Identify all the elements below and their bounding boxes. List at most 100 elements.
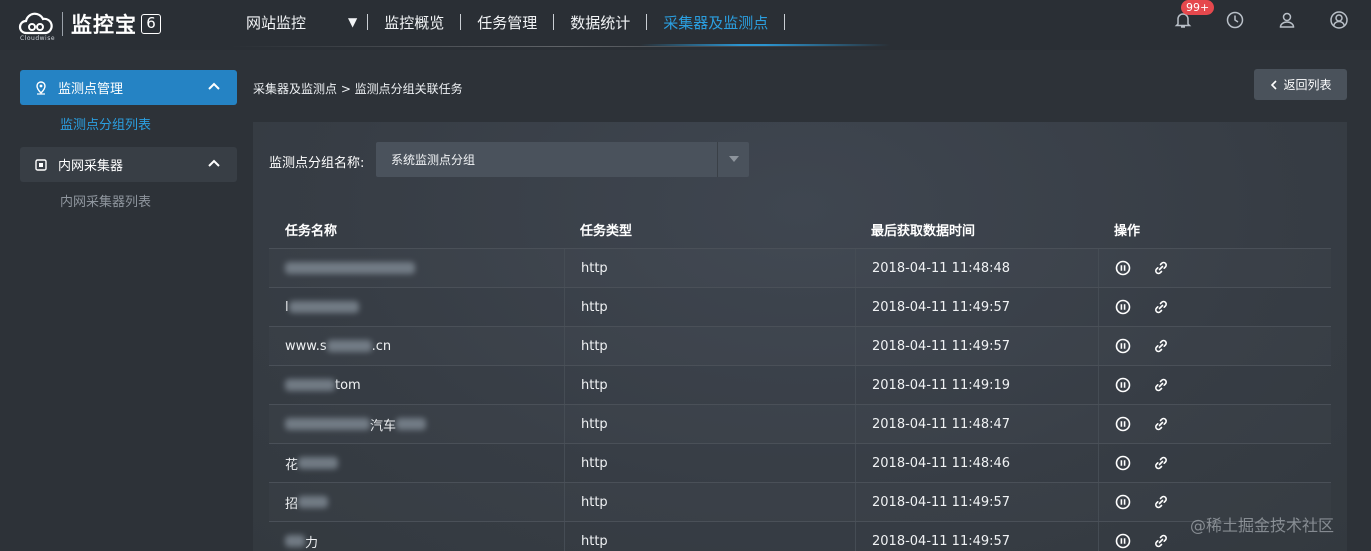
last-data-time-cell: 2018-04-11 11:49:19 bbox=[855, 366, 1098, 404]
task-name-suffix: 力 bbox=[305, 535, 319, 551]
location-pin-icon bbox=[36, 80, 46, 95]
task-type-cell: http bbox=[564, 288, 855, 326]
task-name-cell[interactable]: www.s .cn bbox=[269, 327, 564, 365]
logo-subtitle: Cloudwise bbox=[20, 35, 56, 42]
task-name-cell[interactable]: 力 bbox=[269, 522, 564, 551]
table-row: 汽车 http 2018-04-11 11:48:47 bbox=[269, 405, 1331, 444]
main-nav: 网站监控 ▼ 监控概览 任务管理 数据统计 采集器及监测点 bbox=[230, 0, 786, 44]
pause-icon[interactable] bbox=[1115, 338, 1131, 354]
back-to-list-button[interactable]: 返回列表 bbox=[1254, 69, 1347, 100]
pause-icon[interactable] bbox=[1115, 494, 1131, 510]
user-group-icon[interactable] bbox=[1277, 10, 1297, 30]
sidebar-item-intranet-collector-list[interactable]: 内网采集器列表 bbox=[20, 182, 237, 224]
link-icon[interactable] bbox=[1153, 494, 1169, 510]
redacted-text bbox=[285, 535, 305, 547]
table-header: 任务名称 任务类型 最后获取数据时间 操作 bbox=[269, 210, 1331, 249]
chip-icon bbox=[35, 158, 47, 171]
task-name-prefix: 招 bbox=[285, 496, 299, 512]
link-icon[interactable] bbox=[1153, 533, 1169, 549]
header-task-name[interactable]: 任务名称 bbox=[269, 210, 564, 248]
redacted-text bbox=[285, 262, 415, 274]
sidebar-item-monitor-group-list[interactable]: 监测点分组列表 bbox=[20, 105, 237, 147]
dropdown-arrow-icon[interactable] bbox=[729, 156, 739, 162]
table-row: 力 http 2018-04-11 11:49:57 bbox=[269, 522, 1331, 551]
link-icon[interactable] bbox=[1153, 338, 1169, 354]
pause-icon[interactable] bbox=[1115, 455, 1131, 471]
sidebar: 监测点管理 监测点分组列表 内网采集器 内网采集器列表 bbox=[20, 70, 237, 224]
pause-icon[interactable] bbox=[1115, 416, 1131, 432]
last-data-time-cell: 2018-04-11 11:49:57 bbox=[855, 522, 1098, 551]
redacted-text bbox=[288, 301, 359, 313]
sidebar-group-monitor-points[interactable]: 监测点管理 bbox=[20, 70, 237, 105]
actions-cell bbox=[1098, 444, 1331, 482]
link-icon[interactable] bbox=[1153, 260, 1169, 276]
redacted-text bbox=[298, 496, 329, 508]
task-name-prefix: 花 bbox=[285, 457, 299, 473]
chevron-down-icon[interactable]: ▼ bbox=[348, 15, 357, 29]
task-name-cell[interactable]: 汽车 bbox=[269, 405, 564, 443]
nav-website-monitor[interactable]: 网站监控 bbox=[230, 12, 322, 33]
last-data-time-cell: 2018-04-11 11:49:57 bbox=[855, 483, 1098, 521]
last-data-time-cell: 2018-04-11 11:48:47 bbox=[855, 405, 1098, 443]
task-name-cell[interactable]: l bbox=[269, 288, 564, 326]
back-button-label: 返回列表 bbox=[1283, 78, 1332, 92]
bell-icon[interactable]: 99+ bbox=[1173, 0, 1215, 30]
table-row: tom http 2018-04-11 11:49:19 bbox=[269, 366, 1331, 405]
clock-icon[interactable] bbox=[1225, 10, 1245, 30]
actions-cell bbox=[1098, 327, 1331, 365]
task-table: 任务名称 任务类型 最后获取数据时间 操作 http 2018-04-11 11:… bbox=[269, 210, 1331, 551]
nav-collectors[interactable]: 采集器及监测点 bbox=[647, 12, 784, 33]
task-type-cell: http bbox=[564, 483, 855, 521]
header-task-type[interactable]: 任务类型 bbox=[564, 210, 855, 248]
last-data-time-cell: 2018-04-11 11:49:57 bbox=[855, 288, 1098, 326]
pause-icon[interactable] bbox=[1115, 377, 1131, 393]
active-nav-indicator bbox=[640, 44, 890, 46]
select-divider bbox=[717, 142, 718, 177]
nav-statistics[interactable]: 数据统计 bbox=[554, 12, 646, 33]
group-name-value: 系统监测点分组 bbox=[391, 153, 476, 167]
link-icon[interactable] bbox=[1153, 455, 1169, 471]
task-type-cell: http bbox=[564, 522, 855, 551]
sidebar-group-intranet-collector[interactable]: 内网采集器 bbox=[20, 147, 237, 182]
chevron-up-icon[interactable] bbox=[207, 79, 221, 93]
logo[interactable]: Cloudwise 监控宝 6 bbox=[18, 6, 161, 42]
content-panel: 监测点分组名称: 系统监测点分组 任务名称 任务类型 最后获取数据时间 操作 h… bbox=[253, 122, 1347, 551]
nav-task-management[interactable]: 任务管理 bbox=[461, 12, 553, 33]
task-name-cell[interactable] bbox=[269, 249, 564, 287]
actions-cell bbox=[1098, 405, 1331, 443]
redacted-text bbox=[396, 418, 427, 430]
task-name-cell[interactable]: 招 bbox=[269, 483, 564, 521]
logo-version: 6 bbox=[141, 14, 161, 34]
last-data-time-cell: 2018-04-11 11:48:46 bbox=[855, 444, 1098, 482]
link-icon[interactable] bbox=[1153, 416, 1169, 432]
nav-divider bbox=[784, 14, 786, 30]
redacted-text bbox=[298, 457, 339, 469]
task-name-cell[interactable]: tom bbox=[269, 366, 564, 404]
task-name-suffix: .cn bbox=[371, 338, 392, 354]
link-icon[interactable] bbox=[1153, 377, 1169, 393]
group-name-select[interactable]: 系统监测点分组 bbox=[376, 142, 749, 177]
link-icon[interactable] bbox=[1153, 299, 1169, 315]
pause-icon[interactable] bbox=[1115, 299, 1131, 315]
task-type-cell: http bbox=[564, 327, 855, 365]
last-data-time-cell: 2018-04-11 11:48:48 bbox=[855, 249, 1098, 287]
top-icons: 99+ bbox=[1141, 0, 1349, 30]
pause-icon[interactable] bbox=[1115, 260, 1131, 276]
pause-icon[interactable] bbox=[1115, 533, 1131, 549]
redacted-text bbox=[285, 379, 335, 391]
nav-shadow bbox=[230, 46, 890, 47]
task-name-cell[interactable]: 花 bbox=[269, 444, 564, 482]
task-type-cell: http bbox=[564, 366, 855, 404]
redacted-text bbox=[326, 340, 372, 352]
header-last-data-time[interactable]: 最后获取数据时间 bbox=[855, 210, 1098, 248]
actions-cell bbox=[1098, 288, 1331, 326]
logo-text: 监控宝 bbox=[71, 13, 137, 37]
task-name-prefix: www.s bbox=[285, 338, 327, 354]
group-name-label: 监测点分组名称: bbox=[269, 156, 365, 171]
chevron-up-icon[interactable] bbox=[207, 156, 221, 170]
table-row: www.s .cn http 2018-04-11 11:49:57 bbox=[269, 327, 1331, 366]
task-type-cell: http bbox=[564, 405, 855, 443]
nav-overview[interactable]: 监控概览 bbox=[368, 12, 460, 33]
top-navbar: Cloudwise 监控宝 6 网站监控 ▼ 监控概览 任务管理 数据统计 采集… bbox=[0, 0, 1371, 50]
account-icon[interactable] bbox=[1329, 10, 1349, 30]
